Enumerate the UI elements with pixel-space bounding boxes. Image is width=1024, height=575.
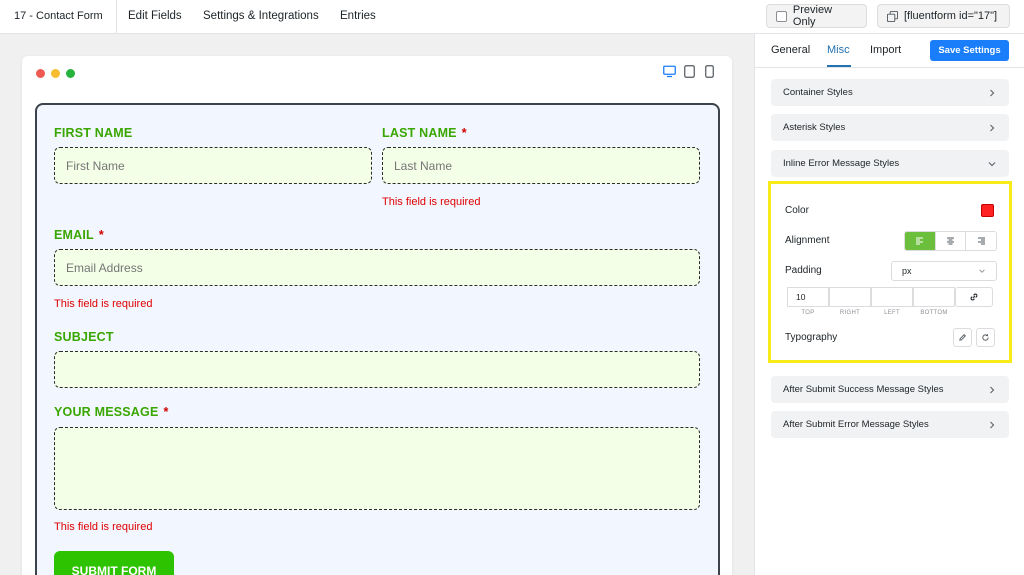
alignment-label: Alignment xyxy=(785,235,830,246)
section-container-styles[interactable]: Container Styles xyxy=(771,79,1009,106)
section-label: After Submit Error Message Styles xyxy=(783,419,929,430)
settings-panel: General Misc Import Save Settings Contai… xyxy=(754,34,1024,575)
section-inline-error-message-styles[interactable]: Inline Error Message Styles xyxy=(771,150,1009,177)
form-title: 17 - Contact Form xyxy=(14,10,103,22)
email-label: EMAIL * xyxy=(54,228,104,242)
section-after-submit-error-styles[interactable]: After Submit Error Message Styles xyxy=(771,411,1009,438)
tab-general[interactable]: General xyxy=(771,44,810,56)
padding-link-button[interactable] xyxy=(955,287,993,307)
divider xyxy=(116,0,117,34)
copy-icon xyxy=(887,10,898,22)
email-error: This field is required xyxy=(54,298,153,310)
chevron-down-icon xyxy=(988,161,996,166)
alignment-toggle xyxy=(904,231,997,251)
reset-icon xyxy=(982,334,989,341)
typography-label: Typography xyxy=(785,332,838,343)
required-asterisk: * xyxy=(98,228,104,242)
padding-top-input[interactable]: 10 xyxy=(787,287,829,307)
window-dot-red xyxy=(36,69,45,78)
message-textarea[interactable] xyxy=(54,427,700,510)
padding-top-caption: TOP xyxy=(801,310,815,316)
section-asterisk-styles[interactable]: Asterisk Styles xyxy=(771,114,1009,141)
chevron-right-icon xyxy=(990,89,995,96)
subject-label: SUBJECT xyxy=(54,330,114,344)
nav-edit-fields[interactable]: Edit Fields xyxy=(128,10,182,22)
shortcode-text: [fluentform id="17"] xyxy=(904,10,998,22)
window-dot-yellow xyxy=(51,69,60,78)
preview-only-label: Preview Only xyxy=(792,4,833,28)
chevron-down-icon xyxy=(979,269,985,273)
submit-form-button[interactable]: SUBMIT FORM xyxy=(54,551,174,575)
padding-right-input[interactable] xyxy=(829,287,871,307)
align-center-icon xyxy=(947,237,954,245)
nav-entries[interactable]: Entries xyxy=(340,10,376,22)
first-name-placeholder: First Name xyxy=(66,158,125,173)
top-bar: 17 - Contact Form Edit Fields Settings &… xyxy=(0,0,1024,34)
chevron-right-icon xyxy=(990,421,995,428)
chevron-right-icon xyxy=(990,386,995,393)
preview-only-checkbox[interactable] xyxy=(776,10,787,22)
pencil-icon xyxy=(959,333,967,341)
padding-unit-select[interactable]: px xyxy=(891,261,997,281)
padding-unit-value: px xyxy=(902,266,912,276)
padding-left-caption: LEFT xyxy=(884,310,900,316)
last-name-error: This field is required xyxy=(382,196,481,208)
color-label: Color xyxy=(785,205,809,216)
section-label: After Submit Success Message Styles xyxy=(783,384,944,395)
preview-window: FIRST NAME First Name LAST NAME * Last Na… xyxy=(22,56,732,575)
window-dot-green xyxy=(66,69,75,78)
last-name-input[interactable]: Last Name xyxy=(382,147,700,184)
align-left-button[interactable] xyxy=(905,232,936,250)
save-settings-button[interactable]: Save Settings xyxy=(930,40,1009,61)
mobile-icon[interactable] xyxy=(705,65,714,78)
email-input[interactable]: Email Address xyxy=(54,249,700,286)
padding-left-input[interactable] xyxy=(871,287,913,307)
last-name-placeholder: Last Name xyxy=(394,158,453,173)
email-placeholder: Email Address xyxy=(66,260,143,275)
section-label: Inline Error Message Styles xyxy=(783,158,900,169)
color-picker[interactable] xyxy=(981,204,994,217)
desktop-icon[interactable] xyxy=(663,65,676,78)
padding-bottom-caption: BOTTOM xyxy=(920,310,948,316)
message-label: YOUR MESSAGE * xyxy=(54,405,169,419)
subject-input[interactable] xyxy=(54,351,700,388)
link-icon xyxy=(970,293,978,301)
chevron-right-icon xyxy=(990,124,995,131)
padding-right-caption: RIGHT xyxy=(839,310,861,316)
contact-form: FIRST NAME First Name LAST NAME * Last Na… xyxy=(35,103,720,575)
inline-error-settings: Color Alignment Padding px 10 TOP RIGHT … xyxy=(768,181,1012,363)
shortcode-copy-button[interactable]: [fluentform id="17"] xyxy=(877,4,1010,28)
section-label: Asterisk Styles xyxy=(783,122,846,133)
padding-bottom-input[interactable] xyxy=(913,287,955,307)
divider xyxy=(755,67,1024,68)
last-name-label: LAST NAME * xyxy=(382,126,467,140)
first-name-input[interactable]: First Name xyxy=(54,147,372,184)
align-right-icon xyxy=(977,237,985,245)
padding-label: Padding xyxy=(785,265,822,276)
first-name-label: FIRST NAME xyxy=(54,126,133,140)
tab-misc[interactable]: Misc xyxy=(827,44,850,56)
required-asterisk: * xyxy=(163,405,169,419)
preview-only-button[interactable]: Preview Only xyxy=(766,4,867,28)
message-error: This field is required xyxy=(54,521,153,533)
typography-edit-button[interactable] xyxy=(953,328,972,347)
section-after-submit-success-styles[interactable]: After Submit Success Message Styles xyxy=(771,376,1009,403)
tab-import[interactable]: Import xyxy=(870,44,901,56)
required-asterisk: * xyxy=(461,126,467,140)
nav-settings-integrations[interactable]: Settings & Integrations xyxy=(203,10,319,22)
align-right-button[interactable] xyxy=(966,232,996,250)
tablet-icon[interactable] xyxy=(684,65,695,78)
align-center-button[interactable] xyxy=(935,232,967,250)
typography-reset-button[interactable] xyxy=(976,328,995,347)
align-left-icon xyxy=(916,237,924,245)
section-label: Container Styles xyxy=(783,87,853,98)
